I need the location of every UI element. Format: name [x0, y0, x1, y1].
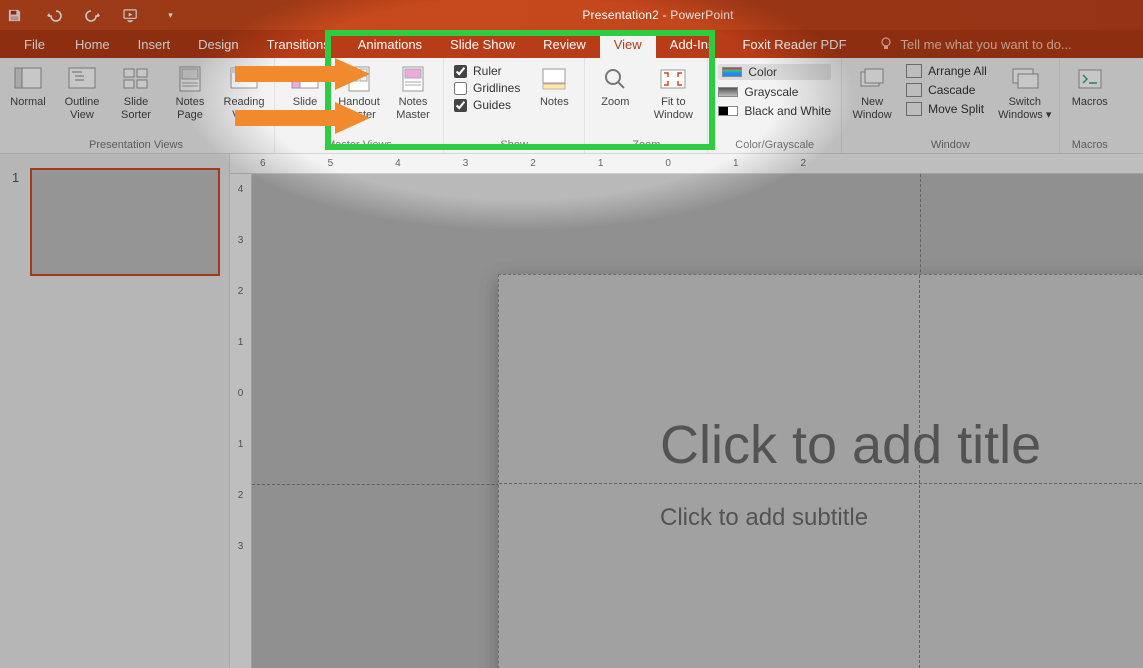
group-color-grayscale: Color Grayscale Black and White Color/Gr…	[708, 58, 842, 153]
tell-me-search[interactable]: Tell me what you want to do...	[879, 30, 1072, 58]
macros-button[interactable]: Macros	[1066, 62, 1114, 124]
slide-number: 1	[12, 170, 19, 185]
group-label-colorgray: Color/Grayscale	[714, 137, 835, 151]
tab-design[interactable]: Design	[184, 30, 252, 58]
group-window: NewWindow Arrange All Cascade Move Split…	[842, 58, 1060, 153]
notes-master-button[interactable]: NotesMaster	[389, 62, 437, 124]
thumbnail-preview[interactable]	[30, 168, 220, 276]
arrange-all-button[interactable]: Arrange All	[906, 64, 987, 78]
move-split-button[interactable]: Move Split	[906, 102, 987, 116]
group-master-views: SlideMaster HandoutMaster NotesMaster Ma…	[275, 58, 444, 153]
ruler-checkbox[interactable]: Ruler	[454, 64, 520, 78]
quick-access-toolbar: ▾	[6, 7, 179, 24]
cascade-button[interactable]: Cascade	[906, 83, 987, 97]
tab-animations[interactable]: Animations	[344, 30, 436, 58]
group-label-macros: Macros	[1066, 137, 1114, 151]
group-label-presentation-views: Presentation Views	[4, 137, 268, 151]
new-window-button[interactable]: NewWindow	[848, 62, 896, 124]
outline-view-button[interactable]: OutlineView	[58, 62, 106, 124]
tab-file[interactable]: File	[8, 30, 61, 58]
group-label-show: Show	[450, 137, 578, 151]
guides-checkbox[interactable]: Guides	[454, 98, 520, 112]
group-macros: Macros Macros	[1060, 58, 1120, 153]
thumbnail-slide-1[interactable]: 1	[10, 168, 219, 276]
start-from-beginning-icon[interactable]	[123, 7, 140, 24]
slide-canvas-area: 654321012 43210123 Click to add title Cl…	[230, 154, 1143, 668]
group-label-master-views: Master Views	[281, 137, 437, 151]
undo-icon[interactable]	[45, 7, 62, 24]
tab-home[interactable]: Home	[61, 30, 124, 58]
switch-windows-button[interactable]: SwitchWindows ▾	[997, 62, 1053, 124]
vertical-ruler: 43210123	[230, 174, 252, 668]
group-label-zoom: Zoom	[591, 137, 701, 151]
color-mode-button[interactable]: Color	[718, 64, 831, 80]
grayscale-mode-button[interactable]: Grayscale	[718, 85, 831, 99]
save-icon[interactable]	[6, 7, 23, 24]
reading-view-button[interactable]: ReadingView	[220, 62, 268, 124]
horizontal-ruler: 654321012	[230, 154, 1143, 174]
tab-transitions[interactable]: Transitions	[253, 30, 344, 58]
normal-view-button[interactable]: Normal	[4, 62, 52, 124]
lightbulb-icon	[879, 37, 893, 51]
fit-to-window-button[interactable]: Fit toWindow	[645, 62, 701, 124]
group-zoom: Zoom Fit toWindow Zoom	[585, 58, 708, 153]
group-presentation-views: Normal OutlineView SlideSorter NotesPage…	[0, 58, 275, 153]
tell-me-placeholder: Tell me what you want to do...	[901, 37, 1072, 52]
zoom-button[interactable]: Zoom	[591, 62, 639, 124]
subtitle-placeholder[interactable]: Click to add subtitle	[660, 504, 868, 532]
ribbon: Normal OutlineView SlideSorter NotesPage…	[0, 58, 1143, 154]
tab-addins[interactable]: Add-Ins	[656, 30, 729, 58]
tab-slideshow[interactable]: Slide Show	[436, 30, 529, 58]
slide-thumbnails-panel[interactable]: 1	[0, 154, 230, 668]
group-show: Ruler Gridlines Guides Notes Show	[444, 58, 585, 153]
tab-review[interactable]: Review	[529, 30, 600, 58]
ribbon-tabs: File Home Insert Design Transitions Anim…	[0, 30, 1143, 58]
gridlines-checkbox[interactable]: Gridlines	[454, 81, 520, 95]
window-title: Presentation2 - PowerPoint	[179, 8, 1137, 22]
title-placeholder[interactable]: Click to add title	[660, 414, 1041, 476]
app-name: PowerPoint	[670, 8, 733, 22]
tab-foxit[interactable]: Foxit Reader PDF	[728, 30, 860, 58]
group-label-window: Window	[848, 137, 1053, 151]
handout-master-button[interactable]: HandoutMaster	[335, 62, 383, 124]
notes-button[interactable]: Notes	[530, 62, 578, 124]
slide-master-button[interactable]: SlideMaster	[281, 62, 329, 124]
work-area: 1 654321012 43210123 Click to add title …	[0, 154, 1143, 668]
black-white-mode-button[interactable]: Black and White	[718, 104, 831, 118]
slide-sorter-button[interactable]: SlideSorter	[112, 62, 160, 124]
title-bar: ▾ Presentation2 - PowerPoint	[0, 0, 1143, 30]
tab-view[interactable]: View	[600, 30, 656, 58]
document-name: Presentation2	[582, 8, 659, 22]
customize-qat-icon[interactable]: ▾	[162, 7, 179, 24]
notes-page-button[interactable]: NotesPage	[166, 62, 214, 124]
tab-insert[interactable]: Insert	[124, 30, 185, 58]
redo-icon[interactable]	[84, 7, 101, 24]
